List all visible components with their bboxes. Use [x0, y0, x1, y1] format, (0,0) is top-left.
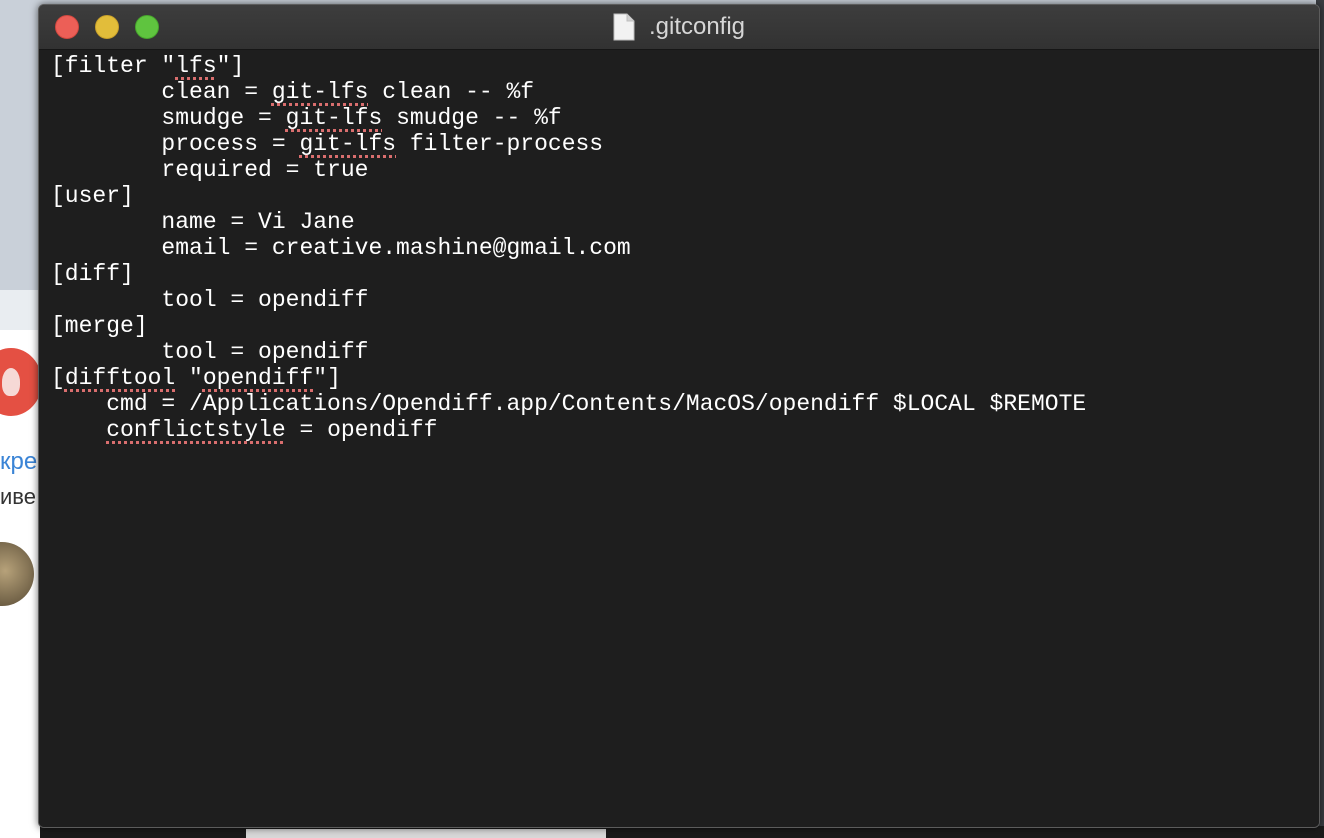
code-text: cmd = /Applications/Opendiff.app/Content…	[51, 391, 1087, 417]
spellcheck-word: conflictstyle	[106, 417, 286, 443]
code-text: filter-process	[396, 131, 604, 157]
window-title: .gitconfig	[648, 13, 746, 40]
code-text: "]	[313, 365, 341, 391]
spellcheck-word: opendiff	[202, 365, 314, 391]
document-icon[interactable]	[613, 13, 635, 41]
editor-window: .gitconfig [filter "lfs"] clean = git-lf…	[38, 4, 1320, 828]
code-line[interactable]: [diff]	[51, 261, 1319, 287]
code-line[interactable]: conflictstyle = opendiff	[51, 417, 1319, 443]
code-text: email = creative.mashine@gmail.com	[51, 235, 631, 261]
code-line[interactable]: cmd = /Applications/Opendiff.app/Content…	[51, 391, 1319, 417]
code-text: [user]	[51, 183, 134, 209]
code-text: [filter "	[51, 53, 176, 79]
code-line[interactable]: [difftool "opendiff"]	[51, 365, 1319, 391]
code-line[interactable]: clean = git-lfs clean -- %f	[51, 79, 1319, 105]
background-app-toolbar	[0, 290, 40, 330]
code-text: smudge =	[51, 105, 286, 131]
code-text: "]	[216, 53, 245, 79]
text-editor[interactable]: [filter "lfs"] clean = git-lfs clean -- …	[39, 50, 1319, 827]
code-area[interactable]: [filter "lfs"] clean = git-lfs clean -- …	[39, 50, 1319, 443]
code-line[interactable]: [filter "lfs"]	[51, 53, 1319, 79]
code-text: smudge -- %f	[382, 105, 562, 131]
code-text: "	[175, 365, 203, 391]
code-text: tool = opendiff	[51, 339, 369, 365]
code-line[interactable]: tool = opendiff	[51, 287, 1319, 313]
background-text: иве	[0, 484, 36, 509]
code-text: [diff]	[51, 261, 134, 287]
code-text: required = true	[51, 157, 369, 183]
code-text: tool = opendiff	[51, 287, 369, 313]
code-line[interactable]: [user]	[51, 183, 1319, 209]
spellcheck-word: lfs	[175, 53, 217, 79]
code-text: [	[51, 365, 65, 391]
code-line[interactable]: name = Vi Jane	[51, 209, 1319, 235]
code-line[interactable]: [merge]	[51, 313, 1319, 339]
code-text: = opendiff	[285, 417, 438, 443]
background-link-text: кре	[0, 448, 38, 475]
title-bar[interactable]: .gitconfig	[39, 5, 1319, 50]
code-line[interactable]: process = git-lfs filter-process	[51, 131, 1319, 157]
spellcheck-word: difftool	[64, 365, 176, 391]
window-title-area: .gitconfig	[39, 5, 1319, 49]
code-text: [merge]	[51, 313, 148, 339]
code-line[interactable]: smudge = git-lfs smudge -- %f	[51, 105, 1319, 131]
code-line[interactable]: required = true	[51, 157, 1319, 183]
spellcheck-word: git-lfs	[271, 79, 369, 105]
spellcheck-word: git-lfs	[299, 131, 397, 157]
code-text: clean -- %f	[368, 79, 535, 105]
code-text: process =	[51, 131, 300, 157]
code-line[interactable]: tool = opendiff	[51, 339, 1319, 365]
code-line[interactable]: email = creative.mashine@gmail.com	[51, 235, 1319, 261]
code-text: name = Vi Jane	[51, 209, 355, 235]
spellcheck-word: git-lfs	[285, 105, 383, 131]
code-text: clean =	[51, 79, 272, 105]
background-thumbnail	[246, 829, 606, 838]
